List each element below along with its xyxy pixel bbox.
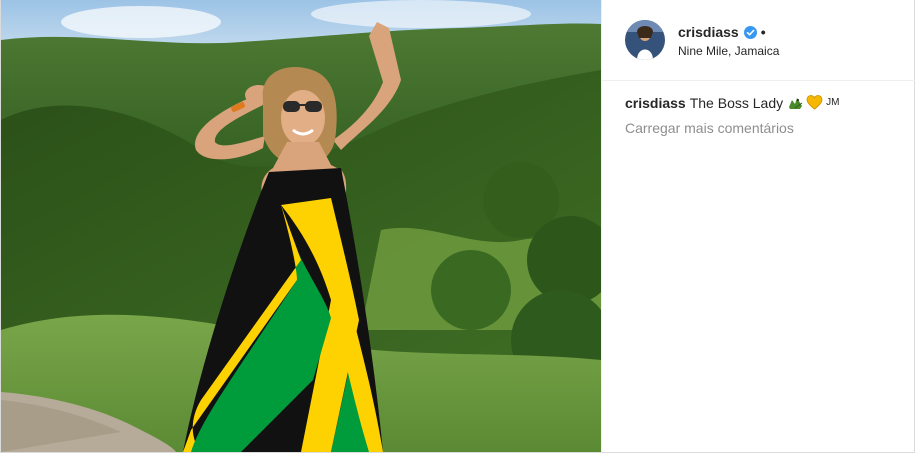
crocodile-emoji-icon	[787, 94, 804, 111]
post-username: crisdiass •	[678, 24, 766, 40]
caption-username[interactable]: crisdiass	[625, 95, 686, 111]
location-link[interactable]: Nine Mile, Jamaica	[678, 44, 779, 58]
post-caption: crisdiass The Boss Lady JM	[625, 94, 839, 111]
caption-text: The Boss Lady	[689, 94, 784, 111]
avatar[interactable]	[625, 20, 665, 60]
yellow-heart-emoji-icon	[806, 94, 823, 111]
instagram-post: crisdiass • Nine Mile, Jamaica crisdiass…	[0, 0, 915, 453]
verified-badge-icon	[743, 25, 757, 39]
username-link[interactable]: crisdiass	[678, 24, 739, 40]
separator-dot: •	[760, 24, 766, 40]
caption-trailing-text: JM	[826, 97, 840, 108]
load-more-comments-button[interactable]: Carregar mais comentários	[625, 120, 794, 136]
post-sidebar: crisdiass • Nine Mile, Jamaica crisdiass…	[601, 0, 915, 452]
post-header: crisdiass • Nine Mile, Jamaica	[602, 0, 915, 81]
post-photo[interactable]	[1, 0, 601, 452]
